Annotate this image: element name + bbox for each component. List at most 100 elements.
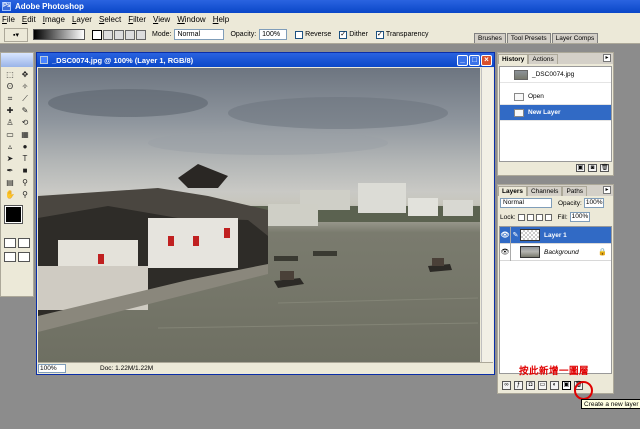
- opacity-input[interactable]: 100%: [259, 29, 288, 40]
- zoom-tool-icon[interactable]: ⚲: [18, 189, 32, 200]
- linear-gradient-button[interactable]: [92, 29, 102, 40]
- document-title-bar[interactable]: _DSC0074.jpg @ 100% (Layer 1, RGB/8) _ □…: [37, 53, 494, 67]
- lasso-tool-icon[interactable]: ʘ: [3, 81, 17, 92]
- clone-stamp-tool-icon[interactable]: ♙: [3, 117, 17, 128]
- menu-filter[interactable]: Filter: [128, 15, 146, 24]
- path-selection-tool-icon[interactable]: ➤: [3, 153, 17, 164]
- gradient-tool-icon[interactable]: ▦: [18, 129, 32, 140]
- lock-icon: 🔒: [598, 249, 607, 256]
- history-list: _DSC0074.jpg Open New Layer: [499, 66, 612, 162]
- magic-wand-tool-icon[interactable]: ✧: [18, 81, 32, 92]
- dodge-tool-icon[interactable]: ●: [18, 141, 32, 152]
- history-brush-tool-icon[interactable]: ⟲: [18, 117, 32, 128]
- lock-image-icon[interactable]: [526, 213, 534, 221]
- menu-window[interactable]: Window: [177, 15, 205, 24]
- delete-state-icon[interactable]: 🗑: [600, 164, 609, 172]
- document-window: _DSC0074.jpg @ 100% (Layer 1, RGB/8) _ □…: [36, 52, 495, 375]
- type-tool-icon[interactable]: T: [18, 153, 32, 164]
- screen-mode-full-button[interactable]: [18, 252, 30, 262]
- marquee-tool-icon[interactable]: ⬚: [3, 69, 17, 80]
- dither-checkbox[interactable]: ✓: [339, 30, 348, 39]
- annotation-circle: [574, 381, 593, 400]
- fill-input[interactable]: 100%: [569, 212, 590, 222]
- menu-image[interactable]: Image: [43, 15, 65, 24]
- document-vertical-scrollbar[interactable]: [481, 68, 493, 363]
- diamond-gradient-button[interactable]: [136, 29, 146, 40]
- mode-select[interactable]: Normal: [174, 29, 225, 40]
- tab-paths[interactable]: Paths: [562, 186, 588, 196]
- radial-gradient-button[interactable]: [103, 29, 113, 40]
- tab-layer-comps[interactable]: Layer Comps: [551, 33, 599, 43]
- brush-tool-icon[interactable]: ✎: [18, 105, 32, 116]
- blend-mode-select[interactable]: Normal: [500, 198, 552, 208]
- layer-name: Background: [544, 248, 579, 256]
- tab-actions[interactable]: Actions: [528, 54, 558, 64]
- move-tool-icon[interactable]: ✥: [18, 69, 32, 80]
- reverse-checkbox[interactable]: [295, 30, 304, 39]
- pen-tool-icon[interactable]: ✒: [3, 165, 17, 176]
- new-adjustment-layer-icon[interactable]: ◐: [550, 381, 559, 390]
- history-item-label: Open: [528, 93, 544, 100]
- new-snapshot-icon[interactable]: ◙: [588, 164, 597, 172]
- add-layer-mask-icon[interactable]: ◘: [526, 381, 535, 390]
- layer-row[interactable]: 👁 Background 🔒: [500, 243, 611, 261]
- standard-mode-button[interactable]: [4, 238, 16, 248]
- create-new-layer-button[interactable]: ▣: [562, 381, 571, 390]
- history-item[interactable]: Open: [500, 89, 611, 105]
- healing-brush-tool-icon[interactable]: ✚: [3, 105, 17, 116]
- reflected-gradient-button[interactable]: [125, 29, 135, 40]
- gradient-editor-swatch[interactable]: [33, 29, 85, 40]
- document-info[interactable]: Doc: 1.22M/1.22M: [100, 365, 153, 372]
- menu-help[interactable]: Help: [213, 15, 229, 24]
- history-item[interactable]: New Layer: [500, 105, 611, 121]
- slice-tool-icon[interactable]: ⟋: [18, 93, 32, 104]
- history-palette-menu-button[interactable]: ▸: [603, 54, 611, 62]
- minimize-button[interactable]: _: [457, 54, 468, 66]
- layer-opacity-input[interactable]: 100%: [583, 198, 604, 208]
- lock-all-icon[interactable]: [544, 213, 552, 221]
- crop-tool-icon[interactable]: ⌗: [3, 93, 17, 104]
- menu-view[interactable]: View: [153, 15, 170, 24]
- photoshop-icon: Ps: [2, 2, 11, 11]
- layer-style-icon[interactable]: ƒ: [514, 381, 523, 390]
- tab-history[interactable]: History: [498, 54, 529, 64]
- tab-brushes[interactable]: Brushes: [474, 33, 506, 43]
- transparency-checkbox[interactable]: ✓: [375, 30, 384, 39]
- hand-tool-icon[interactable]: ✋: [3, 189, 17, 200]
- zoom-level-field[interactable]: 100%: [38, 363, 66, 373]
- notes-tool-icon[interactable]: ▤: [3, 177, 17, 188]
- shape-tool-icon[interactable]: ■: [18, 165, 32, 176]
- adobe-feather-icon[interactable]: [1, 53, 33, 67]
- eraser-tool-icon[interactable]: ▭: [3, 129, 17, 140]
- fill-label: Fill:: [557, 213, 568, 221]
- layer-row[interactable]: 👁 ✎ Layer 1: [500, 226, 611, 244]
- menu-edit[interactable]: Edit: [22, 15, 36, 24]
- color-swatches[interactable]: [3, 205, 31, 232]
- lock-position-icon[interactable]: [535, 213, 543, 221]
- quick-mask-mode-button[interactable]: [18, 238, 30, 248]
- history-snapshot[interactable]: _DSC0074.jpg: [500, 67, 611, 83]
- lock-transparent-icon[interactable]: [517, 213, 525, 221]
- close-button[interactable]: ×: [481, 54, 492, 66]
- new-set-icon[interactable]: ▭: [538, 381, 547, 390]
- image-canvas[interactable]: [38, 68, 480, 362]
- blur-tool-icon[interactable]: ▵: [3, 141, 17, 152]
- eyedropper-tool-icon[interactable]: ⚲: [18, 177, 32, 188]
- eye-icon[interactable]: 👁: [500, 226, 511, 244]
- menu-layer[interactable]: Layer: [72, 15, 92, 24]
- screen-mode-standard-button[interactable]: [4, 252, 16, 262]
- document-title: _DSC0074.jpg @ 100% (Layer 1, RGB/8): [52, 55, 194, 65]
- tab-tool-presets[interactable]: Tool Presets: [506, 33, 551, 43]
- maximize-button[interactable]: □: [469, 54, 480, 66]
- menu-file[interactable]: File: [2, 15, 15, 24]
- tool-preset-picker[interactable]: ▪▾: [4, 27, 28, 42]
- tab-channels[interactable]: Channels: [526, 186, 563, 196]
- layers-palette-menu-button[interactable]: ▸: [603, 186, 611, 194]
- foreground-color-swatch[interactable]: [4, 205, 23, 224]
- new-document-from-state-icon[interactable]: ▣: [576, 164, 585, 172]
- angle-gradient-button[interactable]: [114, 29, 124, 40]
- tab-layers[interactable]: Layers: [498, 186, 527, 196]
- menu-select[interactable]: Select: [99, 15, 121, 24]
- link-layers-icon[interactable]: ∞: [502, 381, 511, 390]
- eye-icon[interactable]: 👁: [500, 243, 511, 261]
